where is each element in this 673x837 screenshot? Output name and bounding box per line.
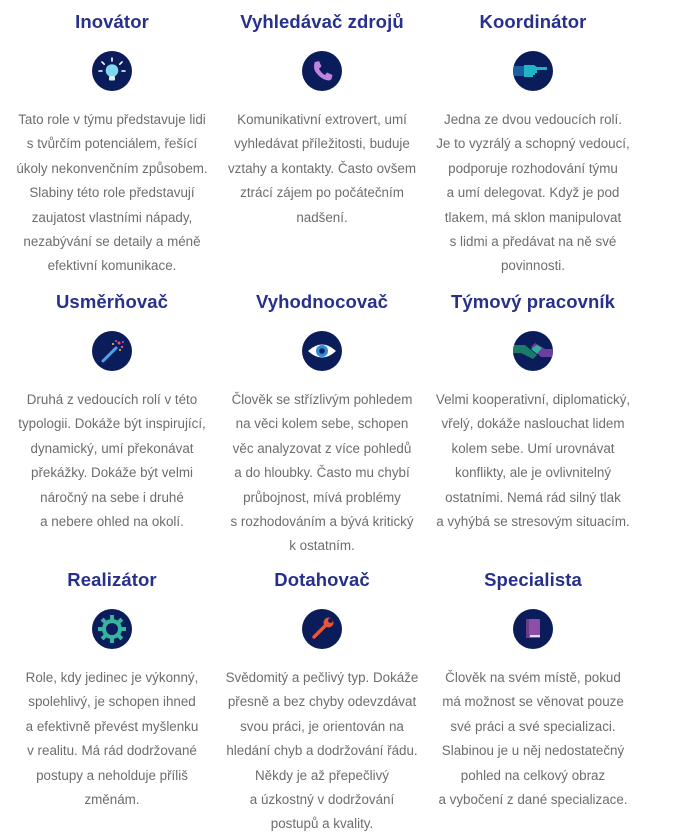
magic-wand-icon <box>92 331 132 371</box>
role-description: Druhá z vedoucích rolí v této typologii. … <box>18 392 206 530</box>
role-title: Realizátor <box>67 569 157 590</box>
role-card-koordinator: Koordinátor Jedna ze dvou vedoucích rolí… <box>421 11 645 279</box>
role-title: Vyhodnocovač <box>255 291 389 312</box>
role-card-specialista: Specialista Člověk na svém místě, pokud m… <box>421 569 645 812</box>
role-description: Člověk na svém místě, pokud má možnost se… <box>438 670 628 808</box>
role-description: Svědomitý a pečlivý typ. Dokáže přesně a … <box>225 670 419 832</box>
wrench-icon <box>302 609 342 649</box>
role-title: Specialista <box>484 569 582 590</box>
role-title: Dotahovač <box>274 569 370 590</box>
eye-icon <box>302 331 342 371</box>
role-title: Inovátor <box>75 11 149 32</box>
role-description: Velmi kooperativní, diplomatický, vřelý, … <box>435 392 631 530</box>
book-icon <box>513 609 553 649</box>
role-description: Tato role v týmu představuje lidi s tvůrč… <box>16 112 208 274</box>
role-description: Role, kdy jedinec je výkonný, spolehlivý,… <box>25 670 199 808</box>
role-description: Komunikativní extrovert, umí vyhledávat p… <box>227 112 417 225</box>
team-roles-grid: Inovátor Tato role v týmu představuje li… <box>0 0 673 831</box>
gear-icon <box>92 609 132 649</box>
role-card-usmernovac: Usměrňovač Druhá z vedoucích rolí v této… <box>0 291 224 534</box>
role-title: Vyhledávač zdrojů <box>240 11 404 32</box>
role-card-realizator: Realizátor Role, kdy jedinec je výkonný,… <box>0 569 224 812</box>
phone-icon <box>302 51 342 91</box>
pointing-hand-icon <box>513 51 553 91</box>
lightbulb-icon <box>92 51 132 91</box>
role-card-inovator: Inovátor Tato role v týmu představuje li… <box>0 11 224 279</box>
handshake-icon <box>513 331 553 371</box>
role-title: Usměrňovač <box>55 291 169 312</box>
role-description: Jedna ze dvou vedoucích rolí. Je to vyzrá… <box>436 112 630 274</box>
role-title: Týmový pracovník <box>450 291 616 312</box>
role-card-dotahovac: Dotahovač Svědomitý a pečlivý typ. Dokáž… <box>210 569 434 837</box>
role-card-vyhodnocovac: Vyhodnocovač Člověk se střízlivým pohled… <box>210 291 434 559</box>
role-title: Koordinátor <box>479 11 587 32</box>
role-card-vyhledavac-zdroju: Vyhledávač zdrojů Komunikativní extrover… <box>210 11 434 230</box>
role-description: Člověk se střízlivým pohledem na věci kol… <box>230 392 414 554</box>
role-card-tymovy-pracovnik: Týmový pracovník Velmi kooperativní, dip… <box>421 291 645 534</box>
